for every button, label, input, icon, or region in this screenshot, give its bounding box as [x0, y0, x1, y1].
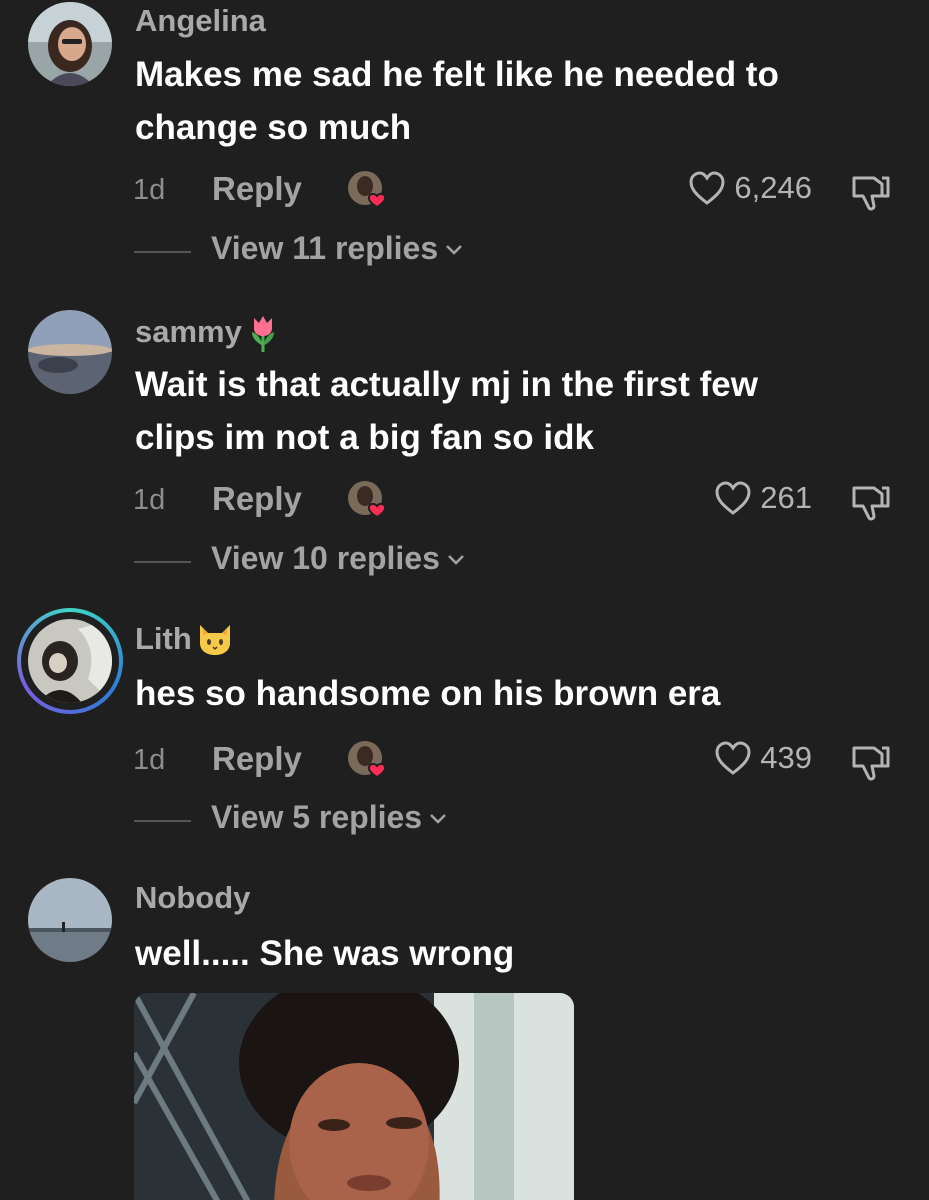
avatar[interactable] [28, 619, 112, 703]
timestamp: 1d [133, 174, 166, 206]
view-replies-row: View 10 replies [0, 540, 929, 584]
avatar[interactable] [28, 2, 112, 86]
view-replies-button[interactable]: View 5 replies [211, 799, 448, 836]
like-count: 439 [760, 740, 812, 775]
comments-feed: Angelina Makes me sad he felt like he ne… [0, 0, 929, 1200]
comment-actions: 1d Reply 439 [0, 740, 929, 784]
view-replies-row: View 5 replies [0, 799, 929, 843]
tulip-icon [251, 316, 274, 352]
avatar[interactable] [28, 310, 112, 394]
divider [134, 820, 191, 822]
like-button[interactable]: 6,246 [688, 170, 812, 206]
divider [134, 251, 191, 253]
reply-button[interactable]: Reply [212, 740, 302, 778]
thumbs-down-icon[interactable] [848, 480, 892, 524]
username[interactable]: Angelina [135, 3, 266, 39]
thumbs-down-icon[interactable] [848, 170, 892, 214]
heart-outline-icon [715, 481, 751, 515]
heart-outline-icon [715, 741, 751, 775]
chevron-down-icon [446, 244, 463, 255]
chevron-down-icon [430, 813, 446, 824]
comment-text: well..... She was wrong [135, 934, 515, 973]
username[interactable]: Lith [135, 621, 234, 657]
comment-text: hes so handsome on his brown era [135, 674, 721, 713]
like-button[interactable]: 439 [714, 740, 812, 776]
thumbs-down-icon[interactable] [848, 740, 892, 784]
cat-face-icon [199, 625, 230, 655]
creator-liked-badge-icon [345, 478, 393, 522]
creator-liked-badge-icon [345, 738, 393, 782]
timestamp: 1d [133, 744, 166, 776]
creator-liked-badge-icon [345, 168, 393, 212]
story-ring[interactable] [17, 608, 123, 714]
comment-text: Makes me sad he felt like he needed to c… [135, 55, 779, 147]
divider [134, 561, 191, 563]
like-button[interactable]: 261 [714, 480, 812, 516]
comment-actions: 1d Reply 6,246 [0, 170, 929, 214]
comment-actions: 1d Reply 261 [0, 480, 929, 524]
username[interactable]: Nobody [135, 880, 250, 916]
reply-button[interactable]: Reply [212, 170, 302, 208]
username[interactable]: sammy [135, 312, 280, 352]
view-replies-button[interactable]: View 10 replies [211, 540, 466, 577]
view-replies-button[interactable]: View 11 replies [211, 230, 464, 267]
timestamp: 1d [133, 484, 166, 516]
chevron-down-icon [448, 554, 464, 565]
comment-photo[interactable] [134, 993, 574, 1200]
avatar[interactable] [28, 878, 112, 962]
like-count: 6,246 [734, 170, 812, 205]
comment-text: Wait is that actually mj in the first fe… [135, 365, 758, 457]
heart-outline-icon [689, 171, 725, 205]
like-count: 261 [760, 480, 812, 515]
view-replies-row: View 11 replies [0, 230, 929, 274]
reply-button[interactable]: Reply [212, 480, 302, 518]
